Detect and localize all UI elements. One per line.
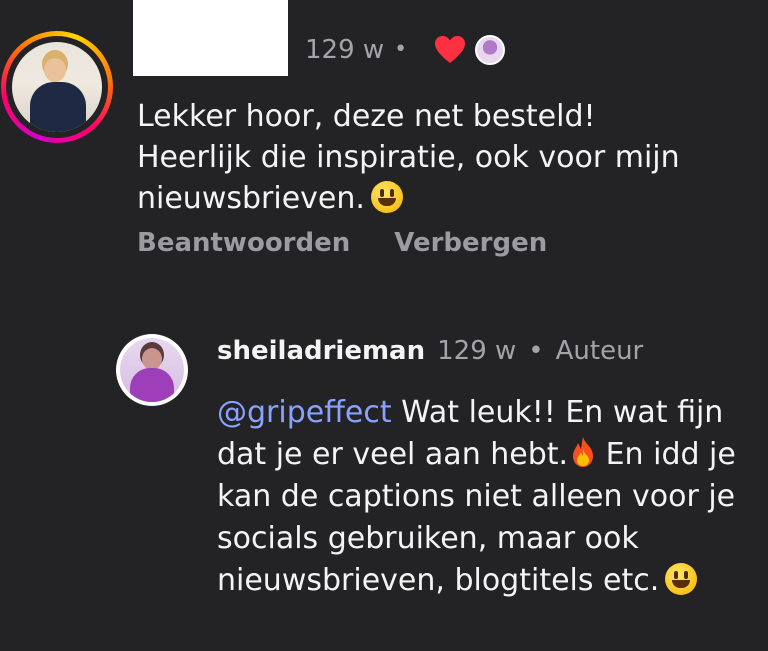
commenter-photo	[12, 42, 102, 132]
reply-separator: •	[528, 336, 544, 366]
author-badge: Auteur	[555, 336, 644, 366]
comment-text: Lekker hoor, deze net besteld! Heerlijk …	[137, 99, 680, 216]
reply-button[interactable]: Beantwoorden	[137, 228, 350, 258]
commenter-avatar[interactable]	[1, 31, 113, 143]
hide-button[interactable]: Verbergen	[394, 228, 547, 258]
comment-time: 129 w	[305, 35, 385, 65]
redacted-username-box	[133, 0, 288, 76]
smiley-emoji-icon	[370, 181, 403, 213]
reply-header: sheiladrieman 129 w • Auteur	[217, 333, 643, 369]
author-avatar[interactable]	[116, 334, 188, 406]
reply-time: 129 w	[437, 336, 517, 366]
comment-actions: Beantwoorden Verbergen	[137, 228, 547, 258]
smiley-emoji-icon	[665, 563, 698, 595]
author-photo	[120, 338, 184, 402]
reply-username[interactable]: sheiladrieman	[217, 336, 425, 366]
liked-by-author-avatar	[475, 35, 506, 65]
mention-link[interactable]: @gripeffect	[217, 395, 392, 430]
meta-separator: •	[394, 37, 408, 62]
fire-emoji-icon	[573, 437, 594, 467]
reply-text: @gripeffect Wat leuk!! En wat fijn dat j…	[217, 395, 736, 598]
comment-meta: 129 w •	[305, 32, 506, 68]
heart-icon[interactable]	[435, 36, 466, 64]
